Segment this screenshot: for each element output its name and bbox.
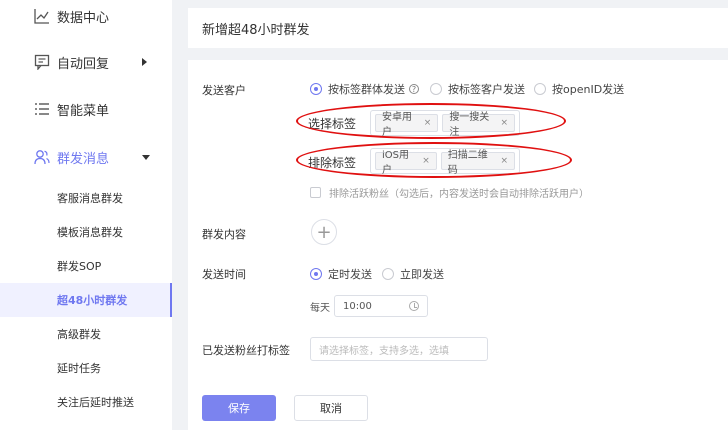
checkbox-label: 排除活跃粉丝（勾选后，内容发送时会自动排除活跃用户）: [329, 189, 589, 200]
time-value: 10:00: [343, 300, 372, 312]
clock-icon: [409, 301, 419, 311]
tagging-label: 已发送粉丝打标签: [202, 344, 290, 357]
line-chart-icon: [34, 9, 49, 24]
tagging-placeholder: 请选择标签，支持多选，选填: [319, 345, 449, 357]
sidebar-subitem-customer-service[interactable]: 客服消息群发: [0, 181, 172, 215]
checkbox[interactable]: [310, 187, 321, 198]
exclude-active-checkbox[interactable]: 排除活跃粉丝（勾选后，内容发送时会自动排除活跃用户）: [310, 185, 589, 200]
message-icon: [34, 54, 50, 70]
page-title: 新增超48小时群发: [188, 8, 728, 48]
caret-right-icon: [142, 58, 147, 66]
radio-label: 按openID发送: [552, 83, 625, 96]
radio-tag-customer[interactable]: 按标签客户发送: [430, 81, 525, 97]
users-icon: [34, 150, 50, 165]
sidebar-item-label: 自动回复: [57, 56, 110, 72]
send-customer-label: 发送客户: [202, 84, 246, 97]
sidebar-item-label: 智能菜单: [57, 103, 110, 119]
annotation-ellipse: [296, 142, 572, 178]
send-time-label: 发送时间: [202, 268, 246, 281]
sidebar-subitem-48h[interactable]: 超48小时群发: [0, 283, 172, 317]
time-picker-row: 每天 10:00: [310, 295, 428, 317]
form-panel: 发送客户 按标签群体发送 ? 按标签客户发送 按openID发送 选择标签 安卓…: [188, 60, 728, 430]
sidebar-item-mass-message[interactable]: 群发消息: [0, 137, 172, 177]
sidebar-item-auto-reply[interactable]: 自动回复: [0, 42, 172, 82]
sidebar: 数据中心 自动回复 智能菜单 群发消息 客服消息群发 模板消息群发 群发SOP …: [0, 0, 172, 430]
sidebar-subitem-delay-task[interactable]: 延时任务: [0, 351, 172, 385]
sidebar-subitem-advanced[interactable]: 高级群发: [0, 317, 172, 351]
sidebar-subitem-sop[interactable]: 群发SOP: [0, 249, 172, 283]
sidebar-subitem-template[interactable]: 模板消息群发: [0, 215, 172, 249]
menu-list-icon: [35, 103, 49, 115]
sidebar-item-data-center[interactable]: 数据中心: [0, 0, 172, 36]
save-button[interactable]: 保存: [202, 395, 276, 421]
sidebar-item-label: 数据中心: [57, 10, 110, 26]
radio-dot: [430, 83, 442, 95]
radio-dot: [382, 268, 394, 280]
radio-label: 立即发送: [400, 268, 444, 281]
add-content-button[interactable]: +: [311, 219, 337, 245]
content-label: 群发内容: [202, 228, 246, 241]
tagging-select[interactable]: 请选择标签，支持多选，选填: [310, 337, 488, 361]
sidebar-item-label: 群发消息: [57, 151, 110, 167]
radio-dot-selected: [310, 268, 322, 280]
help-icon[interactable]: ?: [409, 84, 419, 94]
caret-down-icon: [142, 154, 150, 160]
annotation-ellipse: [296, 103, 566, 139]
sidebar-subitem-follow-delay[interactable]: 关注后延时推送: [0, 385, 172, 419]
radio-label: 按标签客户发送: [448, 83, 525, 96]
sidebar-item-smart-menu[interactable]: 智能菜单: [0, 89, 172, 129]
radio-label: 按标签群体发送: [328, 83, 405, 96]
radio-immediate[interactable]: 立即发送: [382, 266, 444, 282]
time-input[interactable]: 10:00: [334, 295, 428, 317]
radio-label: 定时发送: [328, 268, 372, 281]
radio-tag-group[interactable]: 按标签群体发送 ?: [310, 81, 419, 97]
radio-scheduled[interactable]: 定时发送: [310, 266, 372, 282]
radio-openid[interactable]: 按openID发送: [534, 81, 624, 97]
cancel-button[interactable]: 取消: [294, 395, 368, 421]
radio-dot: [534, 83, 546, 95]
radio-dot-selected: [310, 83, 322, 95]
daily-prefix: 每天: [310, 302, 330, 314]
